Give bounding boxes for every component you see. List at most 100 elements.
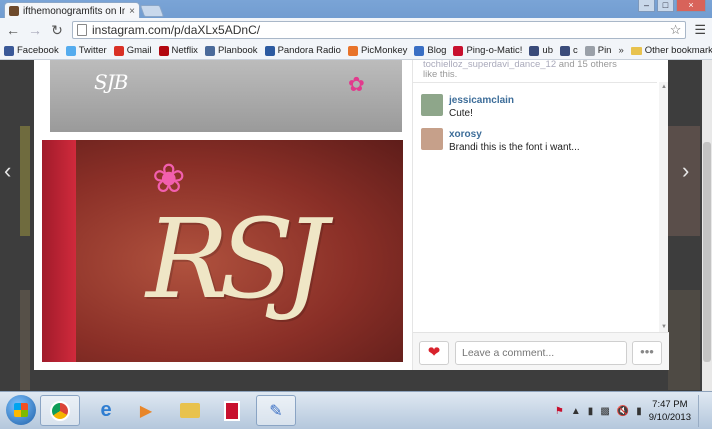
network-icon[interactable]: ▩ bbox=[600, 406, 609, 417]
pandora-icon bbox=[264, 45, 275, 56]
bookmark-facebook[interactable]: Facebook bbox=[4, 45, 59, 56]
address-bar[interactable]: instagram.com/p/daXLx5ADnC/ ☆ bbox=[72, 21, 687, 39]
page-scrollbar-thumb[interactable] bbox=[703, 142, 711, 362]
tab-close-icon[interactable]: × bbox=[129, 6, 135, 17]
next-post-button[interactable]: › bbox=[682, 158, 689, 184]
folder-icon bbox=[630, 46, 642, 55]
folder-icon bbox=[180, 403, 200, 418]
system-clock[interactable]: 7:47 PM 9/10/2013 bbox=[649, 398, 691, 424]
battery-icon[interactable]: ▮ bbox=[636, 406, 642, 417]
bookmarks-bar: Facebook Twitter Gmail Netflix Planbook … bbox=[0, 42, 712, 60]
chrome-icon bbox=[50, 400, 70, 421]
bookmark-gmail[interactable]: Gmail bbox=[113, 45, 152, 56]
bookmark-ping-o-matic[interactable]: Ping-o-Matic! bbox=[453, 45, 522, 56]
show-hidden-icons-icon[interactable]: ▲ bbox=[571, 406, 581, 417]
bookmark-picmonkey[interactable]: PicMonkey bbox=[347, 45, 407, 56]
bookmark-twitter[interactable]: Twitter bbox=[65, 45, 107, 56]
likes-count[interactable]: and 15 others bbox=[559, 60, 617, 70]
taskbar-media-player[interactable]: ▶ bbox=[126, 395, 166, 426]
small-monogram: SJB bbox=[94, 70, 128, 94]
comment-username[interactable]: xorosy bbox=[449, 128, 580, 141]
reload-button[interactable]: ↻ bbox=[50, 22, 64, 39]
photo-red-stripe bbox=[42, 140, 76, 362]
bookmark-planbook[interactable]: Planbook bbox=[204, 45, 258, 56]
scroll-down-icon[interactable]: ▼ bbox=[661, 324, 667, 330]
blog-icon bbox=[414, 45, 425, 56]
tab-strip: ifthemonogramfits on Inst × – □ × bbox=[0, 0, 712, 19]
likes-summary: tochielloz_superdavi_dance_12 and 15 oth… bbox=[423, 60, 659, 80]
comments-panel: tochielloz_superdavi_dance_12 and 15 oth… bbox=[412, 60, 669, 370]
post-photo: ❀ RSJ bbox=[42, 140, 403, 362]
adobe-icon bbox=[224, 400, 240, 421]
twitter-icon bbox=[65, 45, 76, 56]
picmonkey-icon bbox=[347, 45, 358, 56]
taskbar-chrome[interactable] bbox=[40, 395, 80, 426]
system-tray: ⚑ ▲ ▮ ▩ 🔇 ▮ 7:47 PM 9/10/2013 bbox=[555, 394, 708, 428]
bookmark-ub[interactable]: ub bbox=[529, 45, 553, 56]
instagram-favicon-icon bbox=[9, 6, 19, 16]
chrome-menu-icon[interactable]: ☰ bbox=[694, 22, 706, 38]
ping-o-matic-icon bbox=[453, 45, 464, 56]
usb-icon[interactable]: ▮ bbox=[588, 406, 594, 417]
comment-item: xorosy Brandi this is the font i want... bbox=[421, 128, 580, 154]
tab-instagram[interactable]: ifthemonogramfits on Inst × bbox=[4, 2, 140, 19]
planbook-icon bbox=[204, 45, 215, 56]
internet-explorer-icon: e bbox=[100, 399, 112, 421]
comment-input[interactable] bbox=[455, 341, 627, 365]
taskbar: e ▶ ✎ ⚑ ▲ ▮ ▩ 🔇 ▮ 7:47 PM 9/10/2013 bbox=[0, 391, 712, 429]
heart-icon: ❤ bbox=[427, 344, 441, 361]
taskbar-adobe[interactable] bbox=[212, 395, 252, 426]
tab-title: ifthemonogramfits on Inst bbox=[23, 5, 126, 17]
back-button[interactable]: ← bbox=[6, 22, 20, 38]
divider bbox=[413, 82, 657, 83]
c-icon bbox=[559, 45, 570, 56]
monogram-decal: RSJ bbox=[146, 195, 328, 323]
bookmark-c[interactable]: c bbox=[559, 45, 578, 56]
start-button[interactable] bbox=[6, 395, 36, 425]
page-scrollbar[interactable] bbox=[702, 60, 712, 391]
action-center-icon[interactable]: ⚑ bbox=[555, 406, 564, 417]
minimize-button[interactable]: – bbox=[638, 0, 655, 12]
windows-logo-icon bbox=[14, 403, 28, 417]
paint-icon: ✎ bbox=[269, 402, 283, 420]
bookmark-pandora[interactable]: Pandora Radio bbox=[264, 45, 341, 56]
background-tile bbox=[20, 290, 30, 390]
browser-frame: ifthemonogramfits on Inst × – □ × ← → ↻ … bbox=[0, 0, 712, 60]
bookmarks-overflow-button[interactable]: » bbox=[618, 45, 623, 56]
other-bookmarks[interactable]: Other bookmarks bbox=[630, 45, 712, 56]
taskbar-paint[interactable]: ✎ bbox=[256, 395, 296, 426]
taskbar-file-explorer[interactable] bbox=[170, 395, 210, 426]
browser-toolbar: ← → ↻ instagram.com/p/daXLx5ADnC/ ☆ ☰ bbox=[0, 18, 712, 42]
previous-photo: SJB ✿ bbox=[50, 60, 402, 132]
more-options-button[interactable]: ••• bbox=[632, 341, 662, 365]
palm-tree-decal-icon: ✿ bbox=[348, 74, 365, 96]
url-text[interactable]: instagram.com/p/daXLx5ADnC/ bbox=[92, 23, 665, 37]
taskbar-internet-explorer[interactable]: e bbox=[86, 395, 126, 426]
previous-post-button[interactable]: ‹ bbox=[4, 158, 11, 184]
scroll-up-icon[interactable]: ▲ bbox=[661, 84, 667, 90]
new-tab-button[interactable] bbox=[139, 5, 165, 17]
clock-time: 7:47 PM bbox=[652, 399, 688, 410]
maximize-button[interactable]: □ bbox=[657, 0, 674, 12]
window-controls: – □ × bbox=[638, 0, 706, 12]
comment-item: jessicamclain Cute! bbox=[421, 94, 514, 120]
volume-muted-icon[interactable]: 🔇 bbox=[617, 406, 629, 417]
forward-button[interactable]: → bbox=[28, 22, 42, 38]
comments-scrollbar[interactable]: ▲ ▼ bbox=[659, 82, 668, 332]
netflix-icon bbox=[158, 45, 169, 56]
bookmark-netflix[interactable]: Netflix bbox=[158, 45, 198, 56]
likes-suffix: like this. bbox=[423, 69, 458, 80]
media-player-icon: ▶ bbox=[139, 402, 153, 420]
bookmark-pin[interactable]: Pin bbox=[584, 45, 611, 56]
avatar[interactable] bbox=[421, 94, 443, 116]
page-icon bbox=[77, 24, 87, 36]
like-button[interactable]: ❤ bbox=[419, 341, 449, 365]
avatar[interactable] bbox=[421, 128, 443, 150]
comment-username[interactable]: jessicamclain bbox=[449, 94, 514, 107]
bookmark-blog[interactable]: Blog bbox=[414, 45, 446, 56]
close-window-button[interactable]: × bbox=[676, 0, 706, 12]
post-actions: ❤ ••• bbox=[413, 332, 669, 370]
comment-text: Brandi this is the font i want... bbox=[449, 142, 580, 153]
bookmark-star-icon[interactable]: ☆ bbox=[670, 22, 682, 38]
show-desktop-button[interactable] bbox=[698, 395, 708, 427]
